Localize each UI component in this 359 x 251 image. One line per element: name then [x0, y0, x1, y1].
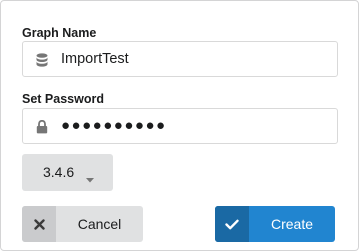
- graph-name-label: Graph Name: [22, 26, 97, 40]
- close-icon: [22, 206, 56, 242]
- caret-down-icon: [86, 170, 94, 188]
- password-input[interactable]: ●●●●●●●●●●: [22, 108, 338, 144]
- create-graph-form: Graph Name ImportTest Set Password ●●●●●…: [0, 0, 359, 251]
- version-selected: 3.4.6: [43, 164, 75, 180]
- create-button[interactable]: Create: [215, 206, 335, 242]
- lock-icon: [35, 119, 49, 134]
- cancel-label: Cancel: [77, 216, 122, 232]
- database-icon: [35, 52, 49, 67]
- password-value: ●●●●●●●●●●: [61, 117, 167, 134]
- cancel-button[interactable]: Cancel: [22, 206, 143, 242]
- graph-name-value: ImportTest: [61, 51, 129, 67]
- graph-name-input[interactable]: ImportTest: [22, 41, 338, 77]
- create-label: Create: [270, 216, 314, 232]
- version-dropdown[interactable]: 3.4.6: [22, 154, 113, 191]
- password-label: Set Password: [22, 92, 104, 106]
- check-icon: [215, 206, 249, 242]
